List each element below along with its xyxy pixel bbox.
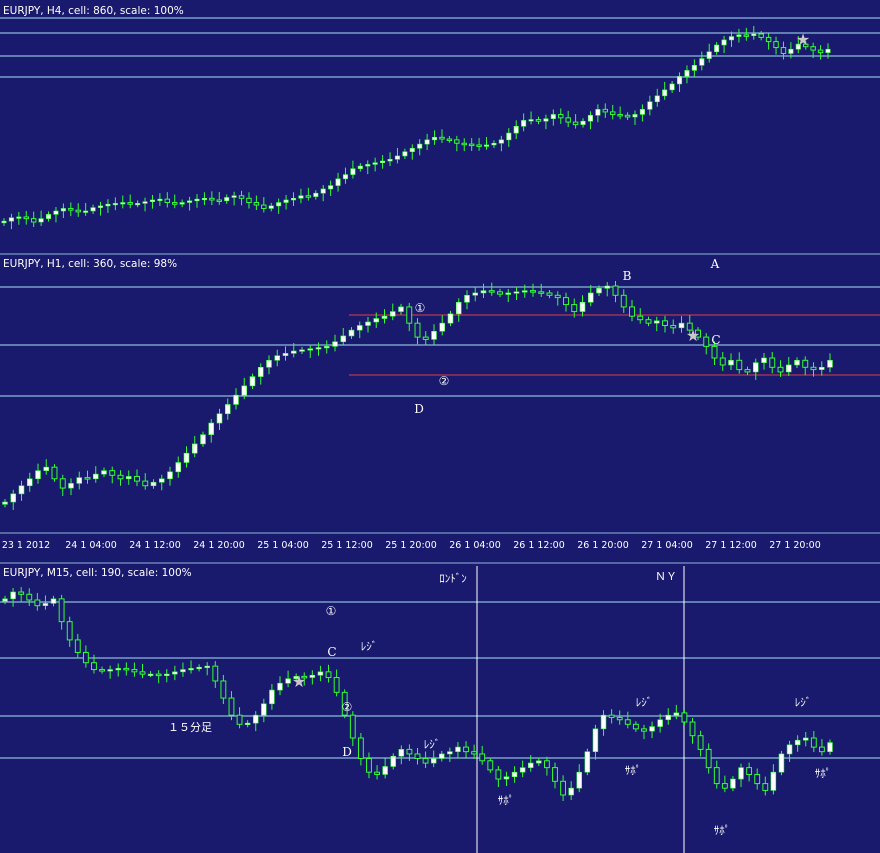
support-label: ｻﾎﾟ — [714, 824, 731, 837]
x-tick-label: 24 1 20:00 — [193, 540, 245, 551]
label-circle-1: ① — [326, 604, 337, 618]
x-tick-label: 24 1 12:00 — [129, 540, 181, 551]
timeframe-label: １５分足 — [168, 721, 212, 734]
star-icon: ★ — [686, 326, 700, 345]
label-b: B — [623, 269, 632, 283]
m15-chart-title: EURJPY, M15, cell: 190, scale: 100% — [3, 567, 192, 579]
support-label: ｻﾎﾟ — [498, 794, 515, 807]
m15-candle — [778, 750, 785, 776]
label-a: A — [710, 257, 720, 271]
label-c: C — [711, 333, 720, 347]
x-tick-label: 24 1 04:00 — [65, 540, 117, 551]
chart-stage: EURJPY, H4, cell: 860, scale: 100% ★ EUR… — [0, 0, 880, 853]
h1-chart-title: EURJPY, H1, cell: 360, scale: 98% — [3, 258, 177, 270]
x-tick-label: 25 1 12:00 — [321, 540, 373, 551]
m15-candle — [584, 748, 591, 776]
star-icon: ★ — [796, 30, 810, 49]
label-c: C — [327, 645, 336, 659]
h4-chart-title: EURJPY, H4, cell: 860, scale: 100% — [3, 5, 184, 17]
support-label: ｻﾎﾟ — [625, 764, 642, 777]
label-circle-1: ① — [415, 301, 426, 315]
x-tick-label: 25 1 04:00 — [257, 540, 309, 551]
x-tick-label: 27 1 20:00 — [769, 540, 821, 551]
h1-candle — [51, 464, 58, 482]
label-d: D — [414, 402, 424, 416]
label-circle-2: ② — [439, 374, 450, 388]
x-tick-label: 23 1 2012 — [2, 540, 50, 551]
session-label-london: ﾛﾝﾄﾞﾝ — [439, 572, 467, 585]
range-label: ﾚｼﾞ — [636, 696, 653, 709]
star-icon: ★ — [292, 672, 306, 691]
x-tick-label: 26 1 04:00 — [449, 540, 501, 551]
label-circle-2: ② — [342, 700, 353, 714]
session-label-ny: ＮＹ — [655, 570, 677, 583]
x-tick-label: 27 1 12:00 — [705, 540, 757, 551]
x-tick-label: 26 1 20:00 — [577, 540, 629, 551]
x-tick-label: 26 1 12:00 — [513, 540, 565, 551]
label-d: D — [342, 745, 352, 759]
support-label: ｻﾎﾟ — [815, 767, 832, 780]
range-label: ﾚｼﾞ — [795, 696, 812, 709]
x-tick-label: 27 1 04:00 — [641, 540, 693, 551]
range-label: ﾚｼﾞ — [361, 640, 378, 653]
x-tick-label: 25 1 20:00 — [385, 540, 437, 551]
range-label: ﾚｼﾞ — [424, 738, 441, 751]
